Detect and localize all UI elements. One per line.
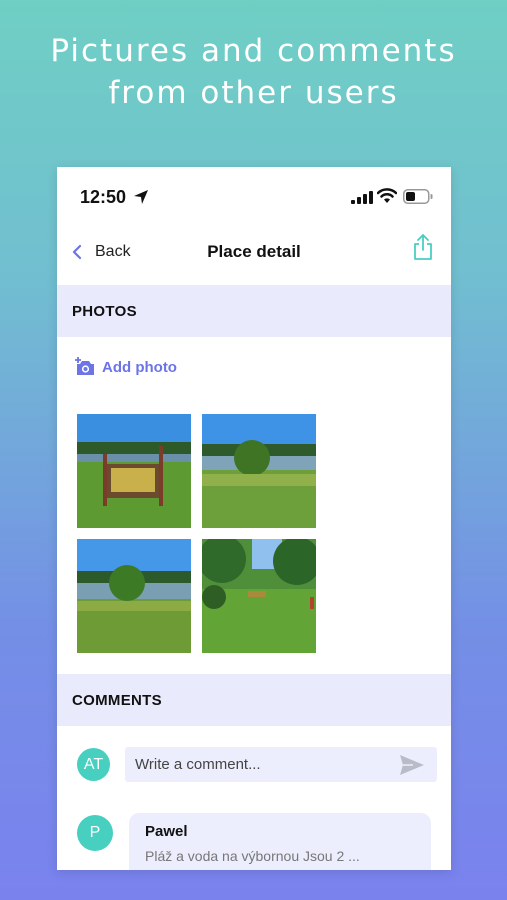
comment-author-name: Pawel (145, 823, 188, 840)
navigation-bar: Back Place detail (57, 227, 451, 285)
comment-input-box (125, 747, 437, 782)
add-photo-label: Add photo (102, 358, 177, 376)
photo-tree-lake (77, 539, 191, 653)
send-icon[interactable] (399, 754, 425, 776)
photo-bush-lake (202, 414, 316, 528)
wifi-icon (377, 188, 397, 203)
photo-thumbnail-4[interactable] (202, 539, 316, 653)
back-label: Back (95, 243, 131, 260)
status-time: 12:50 (80, 187, 127, 207)
photo-thumbnail-2[interactable] (202, 414, 316, 528)
current-user-avatar: AT (77, 748, 110, 781)
comment-item: Pawel Pláž a voda na výbornou Jsou 2 ... (129, 813, 431, 870)
photo-thumbnail-1[interactable] (77, 414, 191, 528)
photo-meadow-bench (202, 539, 316, 653)
comments-section-header: COMMENTS (57, 674, 451, 726)
photos-section-title: PHOTOS (72, 302, 137, 320)
comment-text: Pláž a voda na výbornou Jsou 2 ... (145, 848, 360, 864)
cellular-signal-icon (351, 191, 373, 204)
chevron-left-icon (72, 244, 82, 260)
add-camera-icon (75, 357, 94, 375)
photos-section-header: PHOTOS (57, 285, 451, 337)
battery-icon (403, 189, 433, 204)
photo-thumbnail-3[interactable] (77, 539, 191, 653)
current-user-initials: AT (83, 755, 104, 773)
comment-input[interactable] (133, 755, 392, 774)
phone-screen: 12:50 Back Place detail PHOTOS Add photo… (57, 167, 451, 870)
add-photo-button[interactable]: Add photo (74, 357, 177, 377)
status-bar: 12:50 (57, 167, 451, 227)
photo-sign-lake (77, 414, 191, 528)
comment-author-avatar: P (77, 815, 113, 851)
comments-section-title: COMMENTS (72, 691, 162, 709)
promo-headline: Pictures and comments from other users (50, 33, 457, 111)
back-button[interactable]: Back (71, 237, 131, 267)
location-arrow-icon (134, 190, 148, 204)
comment-author-initial: P (89, 824, 101, 841)
share-icon[interactable] (412, 233, 434, 261)
